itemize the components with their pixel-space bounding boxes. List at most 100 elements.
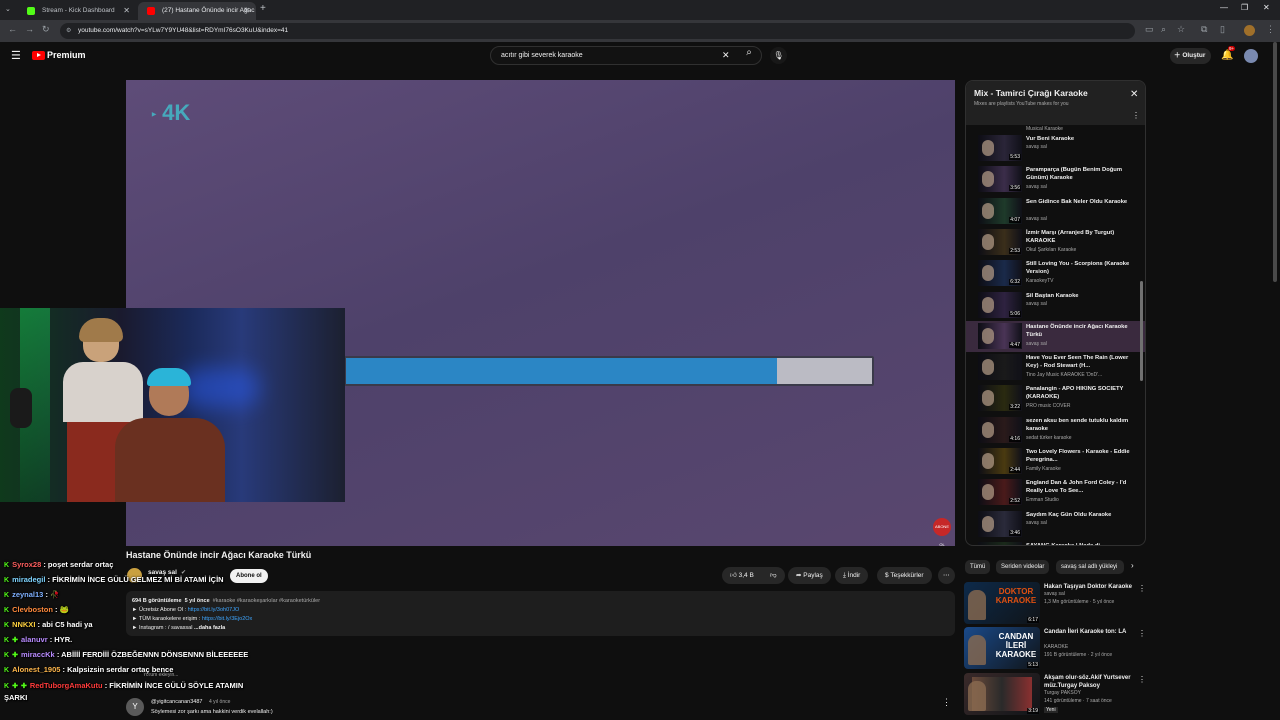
playlist-item[interactable]: 4:47 Hastane Önünde incir Ağacı Karaoke T… — [966, 320, 1145, 352]
playlist-item[interactable]: 4:07 Sen Gidince Bak Neler Oldu Karaoke sa… — [966, 196, 1145, 227]
chat-username: RedTuborgAmaKutu — [29, 681, 103, 690]
chat-badge-icon: ✚ — [20, 683, 27, 690]
hamburger-menu-icon[interactable]: ☰ — [11, 49, 21, 62]
subscribe-watermark[interactable]: ABONE OL — [933, 518, 951, 546]
playlist-item[interactable]: SAYANG Karaoke | Nada di... — [966, 540, 1145, 546]
playlist-item-title: İzmir Marşı (Arranjed By Turgut) KARAOKE — [1026, 229, 1115, 244]
playlist-item[interactable]: 3:46 Saydım Kaç Gün Oldu Karaoke savaş sal — [966, 509, 1145, 540]
playlist-item-channel: Okul Şarkıları Karaoke — [1026, 246, 1077, 253]
playlist-item-channel: KaraokeyTV — [1026, 278, 1054, 285]
chat-message: K ✚ alanuvr : HYR. — [4, 635, 72, 644]
thanks-button[interactable]: $ Teşekkürler — [877, 567, 932, 584]
playlist-item[interactable]: 4:16 sezen aksu ben sende tutuklu kaldım … — [966, 415, 1145, 446]
playlist-item-title: Sil Baştan Karaoke — [1026, 292, 1079, 299]
recommended-menu-icon[interactable]: ⋮ — [1138, 629, 1146, 638]
playlist-item[interactable]: 3:56 Paramparça (Bugün Benim Doğum Günüm)… — [966, 164, 1145, 195]
filter-chip[interactable]: Seriden videolar — [996, 560, 1050, 574]
playlist-item-thumbnail: 4:07 — [978, 197, 1022, 224]
browser-menu-icon[interactable]: ⋮ — [1266, 24, 1275, 35]
playlist-item-channel: sedat türker karaoke — [1026, 434, 1072, 441]
subscribe-button[interactable]: Abone ol — [230, 569, 268, 583]
back-icon[interactable]: ← — [8, 24, 17, 34]
thumbnail-face — [982, 515, 994, 532]
close-tab-icon[interactable]: ✕ — [243, 2, 250, 20]
playlist-item[interactable]: 2:44 Two Lovely Flowers - Karaoke - Eddie… — [966, 446, 1145, 477]
filter-chip[interactable]: Tümü — [965, 560, 991, 574]
filter-chip[interactable]: savaş sal adlı yükleyi — [1056, 560, 1124, 574]
close-tab-icon[interactable]: ✕ — [123, 2, 130, 20]
create-button[interactable]: ＋ Oluştur — [1170, 48, 1212, 64]
like-button[interactable]: 👍︎ 3,4 B — [722, 567, 765, 584]
account-avatar[interactable] — [1244, 49, 1258, 63]
recommended-menu-icon[interactable]: ⋮ — [1138, 675, 1146, 684]
playlist-item[interactable]: 2:53 İzmir Marşı (Arranjed By Turgut) KAR… — [966, 227, 1145, 258]
thumbnail-face — [982, 359, 994, 376]
tab-list-icon[interactable]: ⌄ — [5, 5, 11, 13]
download-label: İndir — [847, 572, 861, 579]
more-actions-button[interactable]: ⋯ — [938, 567, 955, 584]
watermark-text: ABONE OL — [934, 524, 949, 546]
profile-avatar[interactable] — [1244, 25, 1255, 36]
microphone-prop — [10, 388, 32, 428]
extensions-icon[interactable]: ⧉ — [1201, 24, 1207, 35]
recommended-video[interactable]: CANDAN İLERİ KARAOKE 5:13 Candan İleri Kar… — [964, 627, 1146, 669]
playlist-menu-icon[interactable]: ⋮ — [1132, 111, 1140, 120]
recommended-stats: 191 B görüntüleme · 2 yıl önce — [1044, 652, 1113, 658]
close-playlist-icon[interactable]: ✕ — [1130, 89, 1138, 100]
comment-menu-icon[interactable]: ⋮ — [942, 697, 951, 708]
tab-kick-dashboard[interactable]: Stream - Kick Dashboard ✕ — [18, 2, 136, 20]
close-window-icon[interactable]: ✕ — [1263, 3, 1270, 12]
chat-username: Clevboston — [12, 605, 53, 614]
share-icon: ➦ — [796, 572, 802, 579]
new-tab-icon[interactable]: + — [260, 3, 266, 14]
playlist-scrollbar[interactable] — [1140, 281, 1143, 381]
search-button[interactable]: ⌕ — [737, 47, 761, 64]
subscribe-link[interactable]: https://bit.ly/3oh07JO — [188, 607, 240, 613]
playlist-item-title: SAYANG Karaoke | Nada di... — [1026, 542, 1105, 546]
chat-badge-icon: K — [4, 607, 10, 614]
site-info-icon[interactable]: ⚙ — [66, 23, 71, 39]
playlist-item-channel: PRO music COVER — [1026, 403, 1071, 410]
url-text: youtube.com/watch?v=sYLw7Y9YU48&list=RDY… — [78, 27, 289, 34]
chips-next-icon[interactable]: › — [1131, 561, 1134, 570]
maximize-icon[interactable]: ❐ — [1241, 3, 1248, 12]
sidebar-icon[interactable]: ▯ — [1220, 24, 1225, 35]
recommended-duration: 6:17 — [1027, 617, 1039, 623]
share-button[interactable]: ➦ Paylaş — [788, 567, 831, 584]
playlist-item[interactable]: 5:06 Sil Baştan Karaoke savaş sal — [966, 290, 1145, 321]
show-more-link[interactable]: ...daha fazla — [194, 625, 225, 631]
all-karaoke-link[interactable]: https://bit.ly/3Ejo2Ox — [202, 616, 252, 622]
recommended-menu-icon[interactable]: ⋮ — [1138, 584, 1146, 593]
recommended-video[interactable]: DOKTOR KARAOKE 6:17 Hakan Taşıyan Doktor K… — [964, 582, 1146, 624]
playlist-item-channel: savaş sal — [1026, 340, 1047, 347]
playlist-item[interactable]: Have You Ever Seen The Rain (Lower Key) … — [966, 352, 1145, 383]
tab-youtube-video[interactable]: (27) Hastane Önünde incir Ağac ✕ — [138, 2, 256, 20]
bookmark-star-icon[interactable]: ☆ — [1177, 24, 1185, 35]
video-description[interactable]: 694 B görüntüleme 5 yıl önce #karaoke #k… — [126, 591, 955, 636]
playlist-item[interactable]: 2:52 England Dan & John Ford Coley - I'd … — [966, 477, 1145, 508]
page-scrollbar[interactable] — [1273, 42, 1277, 282]
browser-tab-bar: ⌄ Stream - Kick Dashboard ✕ (27) Hastane… — [0, 0, 1280, 20]
dislike-button[interactable]: 👎︎ — [765, 567, 785, 584]
url-field[interactable]: ⚙ youtube.com/watch?v=sYLw7Y9YU48&list=R… — [60, 23, 1135, 39]
notifications-button[interactable]: 🔔 9+ — [1221, 46, 1236, 61]
minimize-icon[interactable]: — — [1220, 3, 1228, 12]
zoom-icon[interactable]: ⌕ — [1161, 24, 1166, 35]
playlist-item-thumbnail: 2:52 — [978, 479, 1022, 506]
cast-icon[interactable]: ▭ — [1145, 24, 1154, 35]
recommended-video[interactable]: 3:19 Akşam olur-söz.Akif Yurtsever müz.Tu… — [964, 673, 1146, 715]
download-button[interactable]: ⤓ İndir — [835, 567, 869, 584]
badge-text: 4K — [162, 100, 191, 125]
playlist-item[interactable]: 6:32 Still Loving You - Scorpions (Karaok… — [966, 258, 1145, 289]
description-line: ► Instagram : / savassal ...daha fazla — [132, 625, 226, 631]
voice-search-button[interactable]: 🎙 — [770, 47, 787, 64]
playlist-item[interactable]: 5:53 Vur Beni Karaoke savaş sal — [966, 133, 1145, 164]
playlist-item-title: Paramparça (Bugün Benim Doğum Günüm) Kar… — [1026, 167, 1122, 182]
playlist-item[interactable]: 3:22 Panalangin - APO HIKING SOCIETY (KAR… — [966, 383, 1145, 414]
chat-username: Alonest_1905 — [12, 665, 61, 674]
reload-icon[interactable]: ↻ — [42, 24, 50, 35]
youtube-favicon-icon — [147, 7, 155, 15]
clear-search-icon[interactable]: ✕ — [722, 50, 730, 61]
forward-icon[interactable]: → — [25, 24, 34, 34]
plus-icon: ＋ — [1174, 52, 1181, 59]
